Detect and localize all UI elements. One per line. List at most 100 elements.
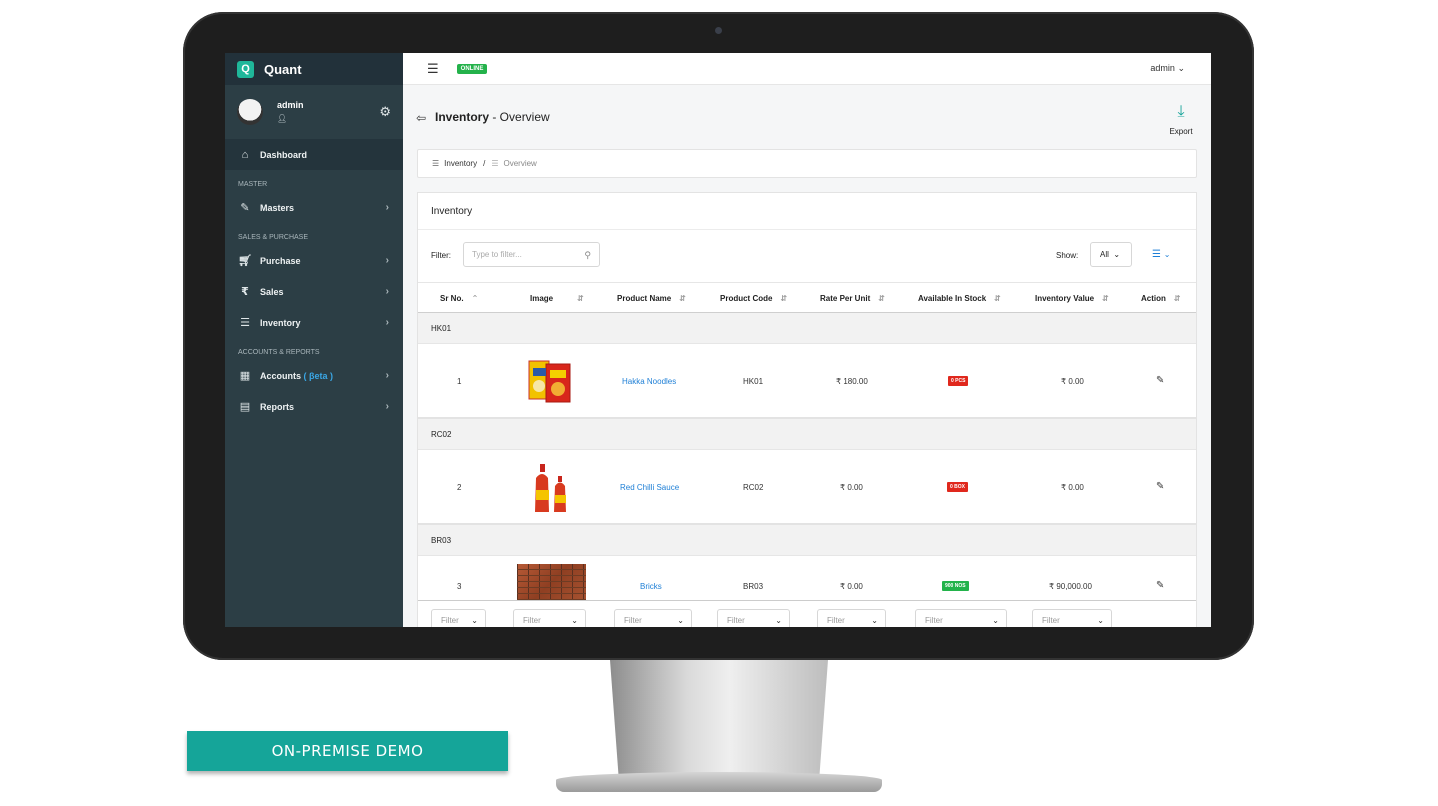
th-label: Available In Stock [918,294,987,303]
sidebar-item-dashboard[interactable]: ⌂ Dashboard [225,139,403,170]
export-button[interactable]: ⤓ Export [1161,103,1201,136]
sidebar-item-purchase[interactable]: 🛒︎ Purchase › [225,245,403,276]
home-icon: ⌂ [241,148,249,161]
column-filter-select[interactable]: Filter ⌄ [915,609,1007,627]
sort-icon: ⇵ [1102,294,1109,303]
th-sr-no[interactable]: Sr No. ⌃ [440,294,478,303]
sidebar-item-label: Dashboard [260,149,308,160]
th-label: Action [1141,294,1166,303]
sort-icon: ⇵ [577,294,584,303]
th-action[interactable]: Action ⇵ [1141,294,1181,303]
filter-placeholder: Type to filter... [472,250,522,259]
stock-badge: 900 NOS [942,581,969,591]
column-filter-select[interactable]: Filter ⌄ [431,609,486,627]
pencil-icon: ✎ [240,202,250,214]
breadcrumb-item-overview: Overview [503,159,537,168]
chevron-right-icon: › [385,202,389,213]
product-name-link[interactable]: Hakka Noodles [622,377,676,386]
chevron-right-icon: › [385,317,389,328]
filter-select-label: Filter [523,615,541,625]
sidebar-item-masters[interactable]: ✎ Masters › [225,192,403,223]
menu-icon[interactable]: ☰ [427,61,439,77]
reports-icon: ▤ [239,401,251,413]
th-label: Product Name [617,294,672,303]
edit-icon[interactable]: ✎ [1156,375,1164,386]
cart-icon: 🛒︎ [238,255,252,267]
chevron-right-icon: › [385,370,389,381]
status-badge: ONLINE [456,63,488,74]
th-rate-per-unit[interactable]: Rate Per Unit ⇵ [820,294,885,303]
filter-select-label: Filter [624,615,642,625]
section-accounts-reports: ACCOUNTS & REPORTS [238,349,320,356]
filter-input[interactable]: Type to filter... ⚲ [463,242,600,267]
th-inventory-value[interactable]: Inventory Value ⇵ [1035,294,1109,303]
sidebar-item-inventory[interactable]: ☰ Inventory › [225,307,403,338]
product-image-bricks [517,564,586,600]
cell-product-code: HK01 [743,377,764,386]
product-image-noodles [528,360,571,403]
product-name-link[interactable]: Red Chilli Sauce [620,483,679,492]
page-title-main: Inventory [435,110,490,124]
sort-icon: ⇵ [994,294,1001,303]
column-filter-select[interactable]: Filter ⌄ [817,609,886,627]
user-menu-dropdown[interactable]: admin ⌄ [1150,63,1185,74]
filter-select-label: Filter [827,615,845,625]
camera-dot [715,27,722,34]
chevron-down-icon: ⌄ [1113,250,1121,259]
sidebar-item-reports[interactable]: ▤ Reports › [225,391,403,422]
edit-icon[interactable]: ✎ [1156,580,1164,591]
column-filter-select[interactable]: Filter ⌄ [717,609,790,627]
layers-icon: ☰ [240,317,250,329]
page-title: Inventory - Overview [435,110,550,124]
column-toggle-button[interactable]: ☰ ⌄ [1152,249,1170,260]
th-image[interactable]: Image ⇵ [530,294,584,303]
sort-icon: ⇵ [679,294,686,303]
show-select[interactable]: All ⌄ [1090,242,1132,267]
group-header: RC02 [418,419,1196,450]
back-arrow-icon[interactable]: ⇦ [416,111,426,125]
cell-sr: 1 [457,377,462,386]
chevron-right-icon: › [385,255,389,266]
brand[interactable]: Q Quant [225,53,403,85]
page-header: ⇦ Inventory - Overview ⤓ Export [403,85,1211,149]
column-filter-select[interactable]: Filter ⌄ [614,609,692,627]
sidebar-item-sales[interactable]: ₹ Sales › [225,276,403,307]
chevron-down-icon: ⌄ [677,615,684,625]
column-filter-select[interactable]: Filter ⌄ [513,609,586,627]
chevron-right-icon: › [385,286,389,297]
layers-icon: ☰ [491,159,499,168]
breadcrumb: ☰ Inventory / ☰ Overview [417,149,1197,178]
cell-inventory-value: ₹ 90,000.00 [1049,582,1092,591]
search-icon: ⚲ [584,250,591,260]
calculator-icon: ▦ [239,370,251,382]
sidebar-item-label: Accounts [260,370,302,381]
cell-rate: ₹ 0.00 [840,582,863,591]
on-premise-demo-button[interactable]: ON-PREMISE DEMO [187,731,508,771]
chevron-down-icon: ⌄ [1163,250,1171,259]
sort-icon: ⇵ [878,294,885,303]
avatar[interactable] [237,99,263,125]
sidebar-item-label: Masters [260,202,295,213]
beta-badge: ( βeta ) [303,370,334,381]
filter-select-label: Filter [1042,615,1060,625]
group-header: HK01 [418,313,1196,344]
th-available-in-stock[interactable]: Available In Stock ⇵ [918,294,1001,303]
app-screen: Q Quant admin 👤︎ ⚙ ⌂ Dashboard MASTER ✎ … [225,53,1211,627]
breadcrumb-separator: / [483,159,486,168]
stock-badge: 0 BOX [947,482,969,492]
product-name-link[interactable]: Bricks [640,582,662,591]
sidebar-item-accounts[interactable]: ▦ Accounts ( βeta ) › [225,360,403,391]
cell-inventory-value: ₹ 0.00 [1061,377,1084,386]
gear-icon[interactable]: ⚙ [379,104,391,120]
breadcrumb-item-inventory[interactable]: Inventory [444,159,477,168]
edit-icon[interactable]: ✎ [1156,481,1164,492]
chevron-down-icon: ⌄ [471,615,478,625]
th-product-code[interactable]: Product Code ⇵ [720,294,787,303]
th-product-name[interactable]: Product Name ⇵ [617,294,686,303]
table-header: Sr No. ⌃ Image ⇵ Product Name ⇵ Product Cod… [418,282,1196,313]
stock-badge: 0 PCS [948,376,969,386]
chevron-right-icon: › [385,401,389,412]
topbar: ☰ ONLINE admin ⌄ [403,53,1211,85]
column-filter-select[interactable]: Filter ⌄ [1032,609,1112,627]
th-label: Inventory Value [1035,294,1095,303]
